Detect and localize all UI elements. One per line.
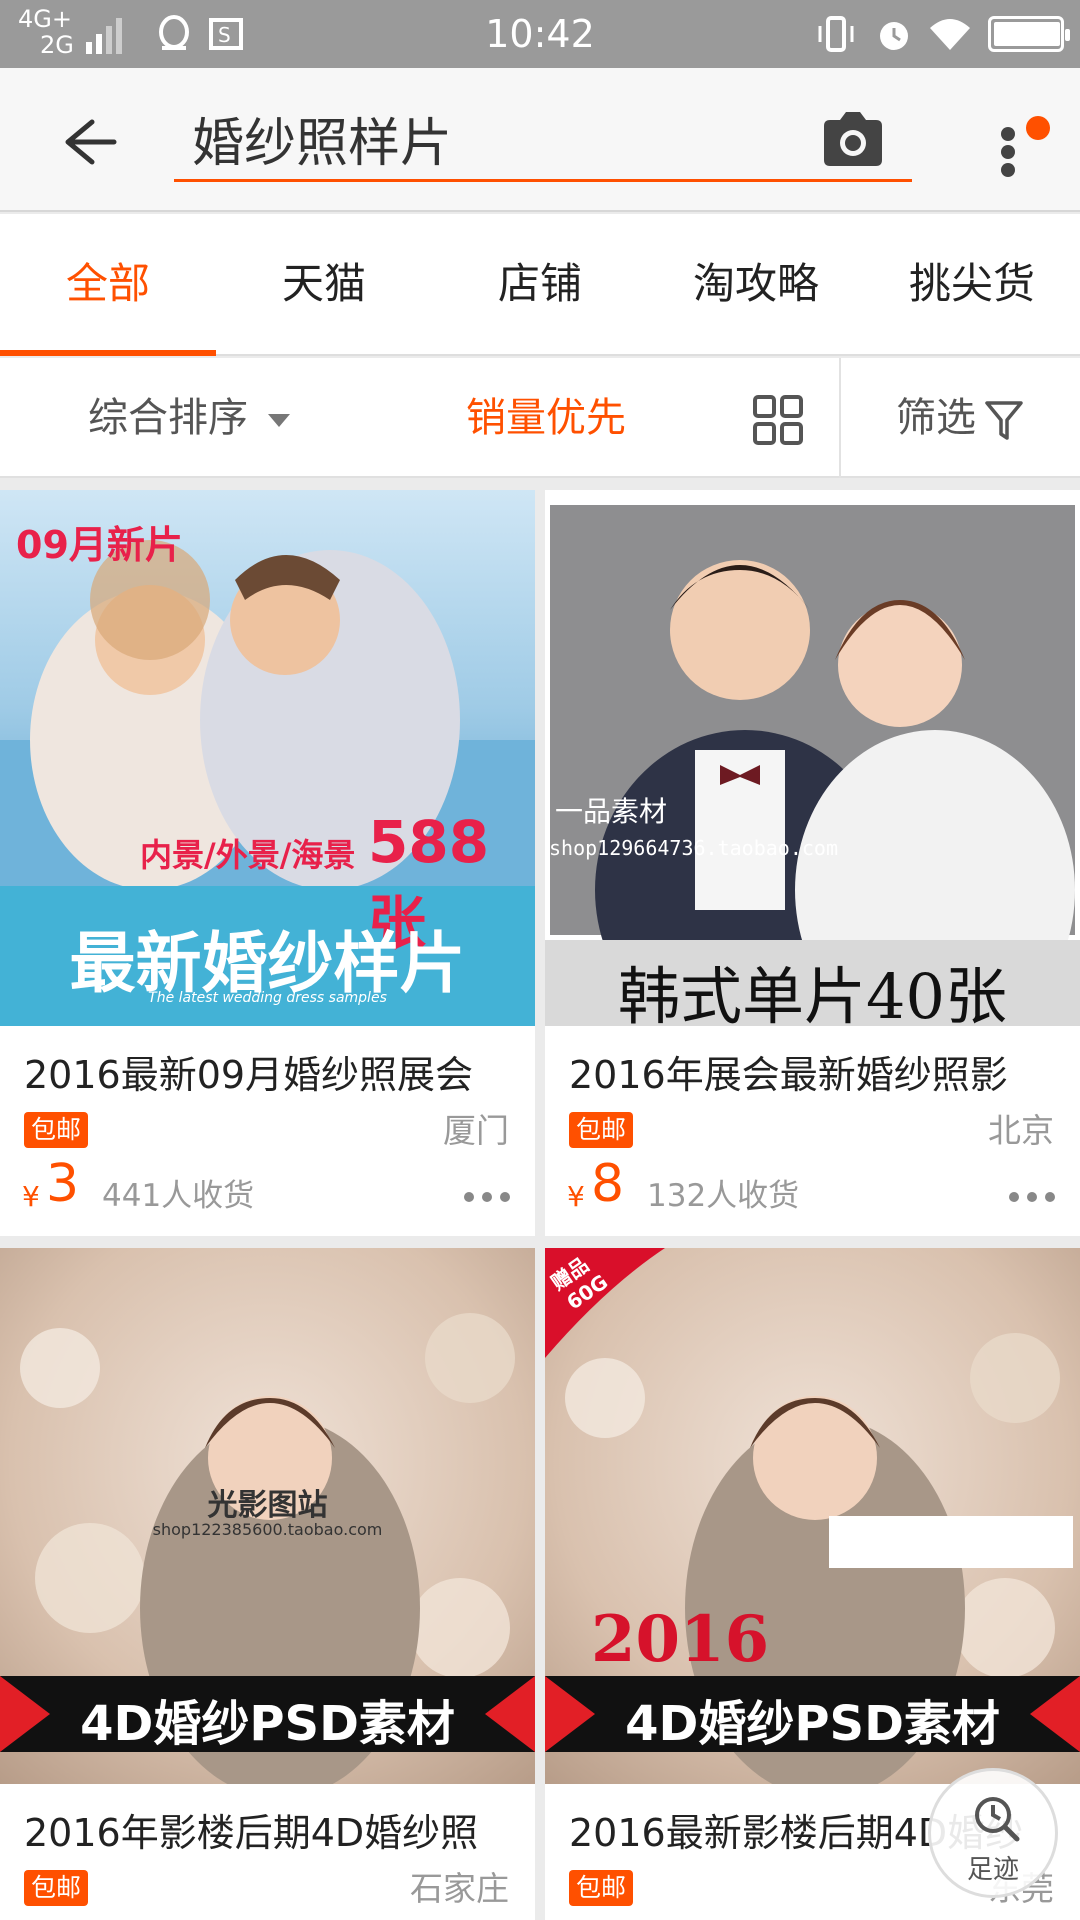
sold-count: 132人收货 (647, 1178, 800, 1214)
product-card[interactable]: 一品素材 shop129664736.taobao.com 韩式单片40张 20… (545, 490, 1080, 1236)
more-options-icon[interactable] (1008, 1190, 1056, 1204)
product-image[interactable]: 09月新片 内景/外景/海景 588张 最新婚纱样片 The latest we… (0, 490, 535, 1026)
product-image[interactable]: 光影图站 shop122385600.taobao.com 4D婚纱PSD素材 (0, 1248, 535, 1784)
sold-count: 441人收货 (102, 1178, 255, 1214)
free-shipping-badge: 包邮 (24, 1870, 89, 1906)
divider (839, 358, 841, 478)
caret-down-icon (268, 414, 290, 427)
more-options-icon[interactable] (463, 1190, 511, 1204)
sort-sales-button[interactable]: 销量优先 (466, 358, 626, 478)
sort-default-button[interactable]: 综合排序 (88, 358, 248, 478)
product-card[interactable]: 光影图站 shop122385600.taobao.com 4D婚纱PSD素材 … (0, 1248, 535, 1920)
battery-icon (988, 16, 1070, 52)
image-banner-text: 4D婚纱PSD素材 (80, 1696, 455, 1752)
product-title[interactable]: 2016年影楼后期4D婚纱照 (24, 1802, 524, 1857)
clock: 10:42 (485, 12, 595, 56)
back-arrow-icon[interactable] (50, 112, 120, 172)
category-tabs: 全部 天猫 店铺 淘攻略 挑尖货 (0, 214, 1080, 356)
grid-view-icon[interactable] (752, 394, 804, 446)
product-location: 石家庄 (410, 1869, 509, 1908)
product-location: 厦门 (443, 1111, 509, 1150)
product-image[interactable]: 赠品 60G 2016 4D婚纱PSD素材 (545, 1248, 1080, 1784)
alarm-icon (880, 22, 908, 50)
image-watermark: 一品素材 (555, 795, 668, 828)
tab-shops[interactable]: 店铺 (432, 214, 648, 354)
footprint-label: 足迹 (966, 1855, 1019, 1885)
tab-guides[interactable]: 淘攻略 (648, 214, 864, 354)
image-shop-url: shop122385600.taobao.com (152, 1520, 383, 1539)
tab-all[interactable]: 全部 (0, 214, 216, 356)
free-shipping-badge: 包邮 (24, 1112, 89, 1148)
wifi-icon (930, 19, 970, 50)
status-bar: 4G+ 2G S 10:42 (0, 0, 1080, 68)
image-shop-url: shop129664736.taobao.com (549, 836, 838, 860)
product-title[interactable]: 2016最新09月婚纱照展会 (24, 1044, 524, 1099)
product-title[interactable]: 2016年展会最新婚纱照影 (569, 1044, 1069, 1099)
image-year-text: 2016 (591, 1602, 770, 1677)
search-input[interactable] (192, 106, 792, 170)
footprint-icon (975, 1797, 1020, 1842)
search-box[interactable] (174, 100, 912, 182)
footprint-button[interactable]: 足迹 (928, 1768, 1058, 1898)
image-banner-sub: The latest wedding dress samples (148, 990, 387, 1006)
product-location: 北京 (988, 1111, 1054, 1150)
camera-icon[interactable] (820, 110, 886, 168)
free-shipping-badge: 包邮 (569, 1112, 634, 1148)
product-price: 3 (46, 1154, 80, 1214)
tab-picks[interactable]: 挑尖货 (864, 214, 1080, 354)
search-header (0, 68, 1080, 212)
image-scene-text: 内景/外景/海景 (140, 836, 356, 874)
image-tag: 09月新片 (16, 523, 183, 567)
notification-dot (1026, 116, 1050, 140)
product-image[interactable]: 一品素材 shop129664736.taobao.com 韩式单片40张 (545, 490, 1080, 1026)
image-banner-text: 韩式单片40张 (618, 960, 1007, 1026)
product-price: 8 (591, 1154, 625, 1214)
product-card[interactable]: 09月新片 内景/外景/海景 588张 最新婚纱样片 The latest we… (0, 490, 535, 1236)
filter-button[interactable]: 筛选 (896, 358, 976, 478)
free-shipping-badge: 包邮 (569, 1870, 634, 1906)
filter-funnel-icon[interactable] (984, 398, 1024, 442)
tab-tmall[interactable]: 天猫 (216, 214, 432, 354)
vibrate-icon (818, 16, 854, 52)
currency-symbol: ¥ (22, 1180, 40, 1213)
sort-bar: 综合排序 销量优先 筛选 (0, 358, 1080, 478)
image-banner-text: 4D婚纱PSD素材 (625, 1696, 1000, 1752)
image-watermark: 光影图站 (207, 1488, 328, 1523)
currency-symbol: ¥ (567, 1180, 585, 1213)
